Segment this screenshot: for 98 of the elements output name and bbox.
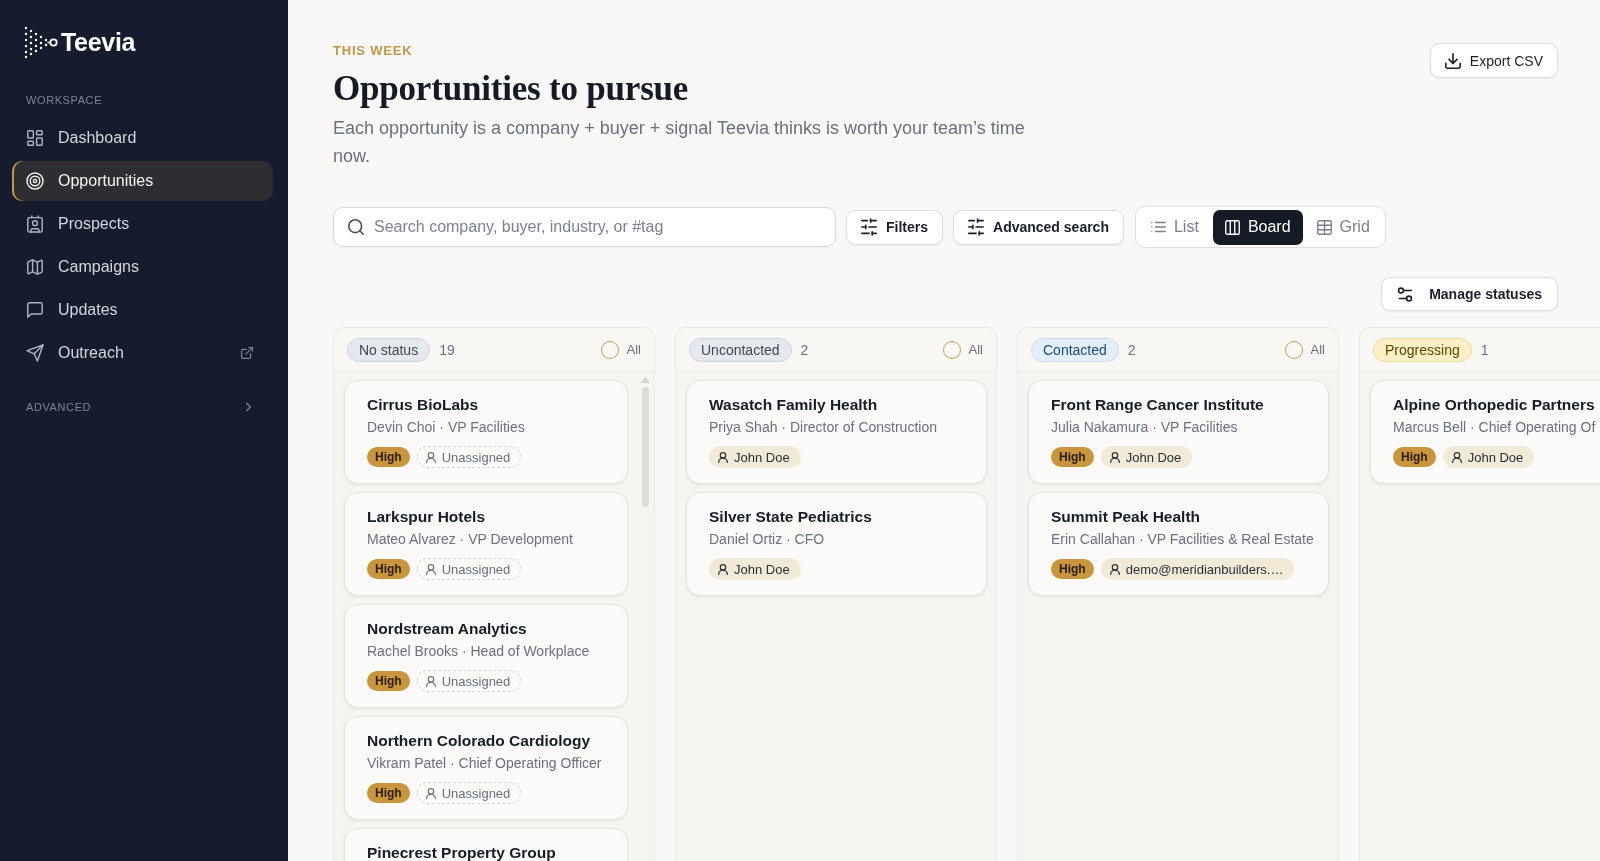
manage-statuses-button[interactable]: Manage statuses (1381, 277, 1558, 311)
status-tag: Uncontacted (689, 337, 792, 362)
columns-icon (1224, 219, 1240, 235)
opportunity-card[interactable]: Silver State Pediatrics Daniel Ortiz · CFO John Doe (686, 492, 987, 596)
company-name: Cirrus BioLabs (367, 395, 480, 415)
card-count: 19 (439, 341, 455, 358)
company-name: Summit Peak Health (1051, 507, 1202, 527)
opportunity-card[interactable]: Cirrus BioLabs Devin Choi · VP Facilities High Unassigned (344, 380, 628, 484)
select-all-label: All (1310, 342, 1325, 357)
page-title: Opportunities to pursue (333, 69, 690, 109)
logo-icon (24, 25, 58, 59)
company-name: Pinecrest Property Group (367, 843, 557, 861)
status-tag: No status (347, 337, 431, 362)
contact-card-icon (27, 216, 43, 232)
paper-plane-icon (27, 345, 43, 361)
page-subtitle: Each opportunity is a company + buyer + signal Teevia thinks is worth your team’s time now. (333, 117, 1026, 168)
download-icon (1444, 52, 1461, 69)
person-icon (1451, 451, 1462, 463)
filters-button[interactable]: Filters (846, 209, 943, 245)
person-icon (425, 563, 436, 575)
priority-tag: High (367, 783, 410, 803)
grid-layout-icon (27, 130, 43, 146)
nav-item[interactable]: Updates (12, 290, 273, 330)
company-name: Northern Colorado Cardiology (367, 731, 592, 751)
card-count: 2 (800, 341, 809, 358)
person-icon (1109, 563, 1120, 575)
buyer-details: Vikram Patel · Chief Operating Officer (367, 754, 603, 773)
opportunity-card[interactable]: Nordstream Analytics Rachel Brooks · Head of Workplace High Unassigned (344, 604, 628, 708)
buyer-details: Priya Shah · Director of Construction (709, 418, 938, 437)
assignee-chip[interactable]: John Doe (1442, 446, 1535, 468)
person-icon (425, 675, 436, 687)
section-toggle[interactable]: ADVANCED (12, 397, 273, 417)
company-name: Nordstream Analytics (367, 619, 528, 639)
scroll-up-arrow-icon[interactable] (641, 377, 650, 383)
brand-name: Teevia (61, 27, 136, 57)
company-name: Wasatch Family Health (709, 395, 879, 415)
priority-tag: High (367, 559, 410, 579)
person-icon (425, 787, 436, 799)
nav-item[interactable]: Campaigns (12, 247, 273, 287)
assignee-chip[interactable]: John Doe (709, 446, 801, 468)
scrollbar-thumb[interactable] (642, 387, 649, 507)
sliders-icon (968, 219, 984, 235)
nav-item[interactable]: Outreach (12, 333, 273, 373)
target-icon (27, 173, 43, 189)
priority-tag: High (1051, 447, 1094, 467)
buyer-details: Mateo Alvarez · VP Development (367, 530, 574, 549)
assignee-chip[interactable]: John Doe (1100, 446, 1193, 468)
nav-item[interactable]: Prospects (12, 204, 273, 244)
opportunity-card[interactable]: Larkspur Hotels Mateo Alvarez · VP Development High Unassigned (344, 492, 628, 596)
priority-tag: High (367, 671, 410, 691)
card-count: 1 (1480, 341, 1489, 358)
buyer-details: Marcus Bell · Chief Operating Of (1393, 418, 1597, 437)
assignee-chip[interactable]: demo@meridianbuilders.… (1100, 558, 1295, 580)
person-icon (425, 451, 436, 463)
opportunity-card[interactable]: Wasatch Family Health Priya Shah · Director of Construction John Doe (686, 380, 987, 484)
chat-bubble-icon (27, 302, 43, 318)
search-icon (348, 219, 364, 235)
buyer-details: Devin Choi · VP Facilities (367, 418, 526, 437)
export-csv-button[interactable]: Export CSV (1429, 43, 1558, 78)
nav-item[interactable]: Opportunities (12, 161, 273, 201)
map-icon (27, 259, 43, 275)
list-icon (1150, 221, 1166, 233)
company-name: Silver State Pediatrics (709, 507, 873, 527)
select-all-label: All (968, 342, 983, 357)
company-name: Alpine Orthopedic Partners (1393, 395, 1596, 415)
opportunity-card[interactable]: Northern Colorado Cardiology Vikram Patel · Chief Operating Officer High Unassigned (344, 716, 628, 820)
section-label: WORKSPACE (25, 93, 104, 107)
company-name: Front Range Cancer Institute (1051, 395, 1265, 415)
buyer-details: Daniel Ortiz · CFO (709, 530, 826, 549)
view-tab[interactable]: Board (1212, 209, 1303, 245)
nav-item[interactable]: Dashboard (12, 118, 273, 158)
eyebrow-label: THIS WEEK (333, 43, 414, 59)
opportunity-card[interactable]: Pinecrest Property Group (344, 828, 628, 861)
table-icon (1316, 219, 1332, 235)
opportunity-card[interactable]: Front Range Cancer Institute Julia Nakamura · VP Facilities High John Doe (1028, 380, 1329, 484)
priority-tag: High (1393, 447, 1436, 467)
buyer-details: Julia Nakamura · VP Facilities (1051, 418, 1239, 437)
sliders-icon (861, 219, 877, 235)
buyer-details: Rachel Brooks · Head of Workplace (367, 642, 591, 661)
priority-tag: High (367, 447, 410, 467)
buyer-details: Erin Callahan · VP Facilities & Real Estate (1051, 530, 1315, 549)
advanced-search-button[interactable]: Advanced search (953, 209, 1124, 245)
opportunity-card[interactable]: Alpine Orthopedic Partners Marcus Bell · Chief Operating Of High John Doe (1370, 380, 1600, 484)
view-tab[interactable]: Grid (1304, 209, 1382, 245)
person-icon (718, 451, 728, 463)
assignee-chip[interactable]: John Doe (709, 558, 801, 580)
priority-tag: High (1051, 559, 1094, 579)
status-tag: Progressing (1373, 337, 1472, 362)
status-tag: Contacted (1031, 337, 1119, 362)
person-icon (718, 563, 728, 575)
search-field[interactable]: Search company, buyer, industry, or #tag (333, 207, 836, 247)
select-all-label: All (626, 342, 641, 357)
opportunity-card[interactable]: Summit Peak Health Erin Callahan · VP Facilities & Real Estate High demo@meridianbuilders.… (1028, 492, 1329, 596)
company-name: Larkspur Hotels (367, 507, 486, 527)
sliders-icon (1397, 286, 1414, 302)
person-icon (1109, 451, 1120, 463)
view-tab[interactable]: List (1138, 209, 1211, 245)
card-count: 2 (1127, 341, 1136, 358)
